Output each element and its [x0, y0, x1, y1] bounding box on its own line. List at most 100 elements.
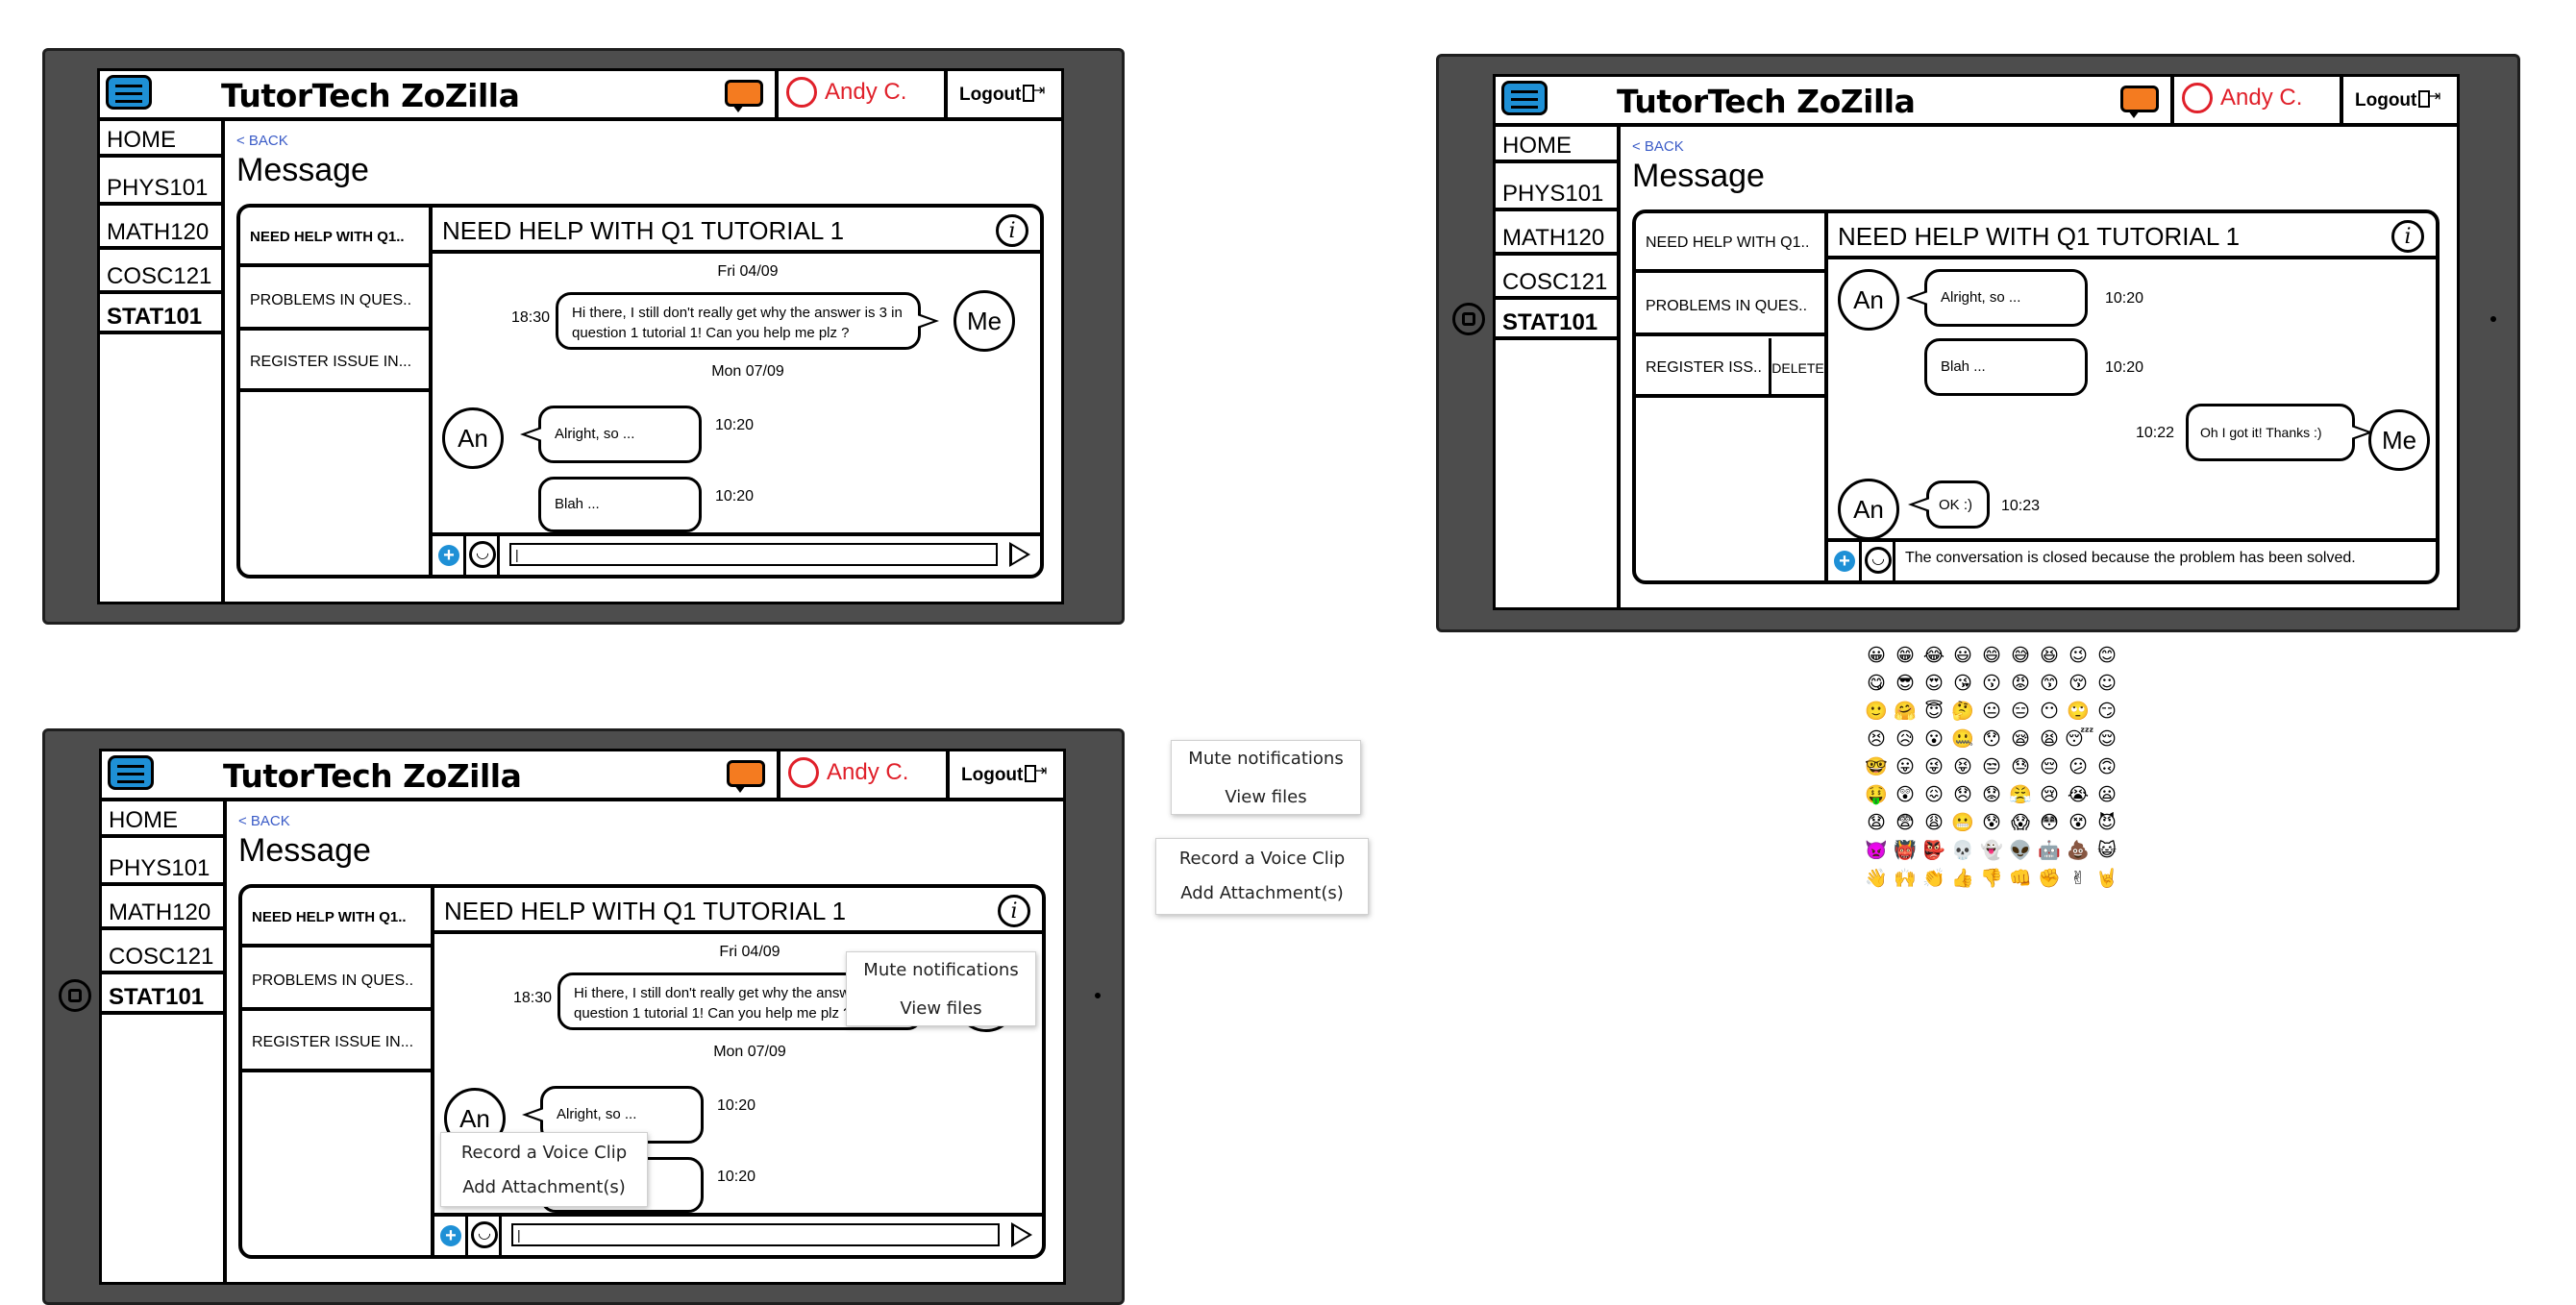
emoji-item[interactable]: 😪 [2007, 726, 2034, 753]
logout-button[interactable]: Logout [961, 765, 1023, 786]
chat-bubble-icon[interactable] [725, 80, 763, 112]
emoji-item[interactable]: 😆 [2036, 642, 2063, 670]
record-voice-clip-option[interactable]: Record a Voice Clip [441, 1143, 647, 1163]
emoji-item[interactable]: 😄 [1978, 642, 2005, 670]
emoji-item[interactable]: 👹 [1892, 837, 1919, 865]
emoji-item[interactable]: 😕 [2065, 753, 2092, 781]
emoji-item[interactable]: 🤐 [1949, 726, 1976, 753]
conversation-item[interactable]: REGISTER ISSUE IN... [240, 332, 429, 392]
emoji-item[interactable]: 😐 [1978, 698, 2005, 726]
emoji-item[interactable]: 😡 [2007, 670, 2034, 698]
back-link[interactable]: < BACK [238, 813, 290, 829]
conversation-item[interactable]: NEED HELP WITH Q1.. [1636, 213, 1824, 273]
sidebar-item-math120[interactable]: MATH120 [100, 213, 221, 250]
emoji-item[interactable]: 🙌 [1892, 865, 1919, 893]
emoji-item[interactable]: 🤔 [1949, 698, 1976, 726]
emoji-item[interactable]: 😎 [1892, 670, 1919, 698]
message-input[interactable]: | [511, 1223, 1000, 1246]
logout-icon[interactable] [2418, 86, 2440, 108]
info-icon[interactable]: i [996, 214, 1028, 247]
home-button-icon[interactable] [1452, 303, 1485, 335]
emoji-item[interactable]: 😃 [1949, 642, 1976, 670]
user-avatar-icon[interactable] [786, 77, 817, 108]
emoji-item[interactable]: 😱 [2007, 809, 2034, 837]
emoji-item[interactable]: 😴 [2065, 726, 2093, 753]
view-files-option[interactable]: View files [1172, 787, 1360, 807]
sidebar-item-home[interactable]: HOME [100, 121, 221, 158]
emoji-item[interactable]: 💀 [1949, 837, 1976, 865]
emoji-item[interactable]: 😓 [2007, 753, 2034, 781]
emoji-item[interactable]: 👿 [1863, 837, 1890, 865]
emoji-item[interactable]: 😣 [1863, 726, 1890, 753]
emoji-item[interactable]: 😑 [2007, 698, 2034, 726]
emoji-item[interactable]: 😵 [2065, 809, 2092, 837]
sidebar-item-cosc121[interactable]: COSC121 [1496, 263, 1617, 300]
add-attachment-icon[interactable]: + [1834, 551, 1855, 572]
conversation-item[interactable]: PROBLEMS IN QUES.. [242, 951, 431, 1011]
emoji-item[interactable]: 👽 [2007, 837, 2034, 865]
emoji-item[interactable]: ✊ [2036, 865, 2063, 893]
emoji-item[interactable]: 💩 [2065, 837, 2092, 865]
emoji-item[interactable]: 😲 [1892, 781, 1919, 809]
logout-button[interactable]: Logout [2355, 90, 2416, 111]
hamburger-menu-icon[interactable] [1501, 81, 1548, 115]
sidebar-item-phys101[interactable]: PHYS101 [102, 849, 223, 886]
view-files-option[interactable]: View files [847, 998, 1035, 1019]
emoji-item[interactable]: 🙃 [2093, 753, 2120, 781]
emoji-item[interactable]: 😏 [2093, 698, 2120, 726]
emoji-icon[interactable]: ◡ [465, 1217, 502, 1255]
emoji-item[interactable]: 😍 [1920, 670, 1947, 698]
delete-button[interactable]: DELETE [1769, 338, 1824, 394]
emoji-item[interactable]: 👋 [1863, 865, 1890, 893]
emoji-item[interactable]: 😰 [1978, 809, 2005, 837]
conversation-item[interactable]: NEED HELP WITH Q1.. [240, 208, 429, 267]
sidebar-item-phys101[interactable]: PHYS101 [100, 169, 221, 206]
emoji-item[interactable]: 😫 [2036, 726, 2063, 753]
emoji-item[interactable]: 👺 [1920, 837, 1947, 865]
emoji-item[interactable]: 😨 [1892, 809, 1919, 837]
user-name[interactable]: Andy C. [827, 759, 908, 786]
conversation-item[interactable]: REGISTER ISSUE IN... [242, 1013, 431, 1072]
logout-icon[interactable] [1023, 81, 1045, 102]
emoji-item[interactable]: 😙 [2036, 670, 2063, 698]
conversation-item[interactable]: REGISTER ISS.. DELETE [1636, 338, 1824, 398]
emoji-item[interactable]: 😈 [2093, 809, 2120, 837]
emoji-item[interactable]: 🤘 [2093, 865, 2120, 893]
emoji-item[interactable]: 😚 [2065, 670, 2092, 698]
add-attachment-icon[interactable]: + [438, 545, 459, 566]
emoji-item[interactable]: 😖 [1920, 781, 1947, 809]
emoji-item[interactable]: 😂 [1920, 642, 1947, 670]
hamburger-menu-icon[interactable] [108, 755, 154, 790]
emoji-item[interactable]: 😒 [1978, 753, 2005, 781]
chat-bubble-icon[interactable] [727, 760, 765, 793]
user-name[interactable]: Andy C. [2220, 85, 2302, 111]
conversation-item[interactable]: NEED HELP WITH Q1.. [242, 888, 431, 948]
emoji-item[interactable]: 😛 [1892, 753, 1919, 781]
sidebar-item-stat101[interactable]: STAT101 [100, 298, 221, 334]
mute-notifications-option[interactable]: Mute notifications [1172, 749, 1360, 769]
sidebar-item-home[interactable]: HOME [1496, 127, 1617, 163]
back-link[interactable]: < BACK [236, 133, 288, 149]
user-avatar-icon[interactable] [2182, 83, 2213, 113]
send-icon[interactable] [1011, 1222, 1032, 1247]
sidebar-item-phys101[interactable]: PHYS101 [1496, 175, 1617, 211]
sidebar-item-cosc121[interactable]: COSC121 [100, 258, 221, 294]
emoji-icon[interactable]: ◡ [1859, 542, 1895, 580]
emoji-item[interactable]: 😶 [2036, 698, 2063, 726]
message-input[interactable]: | [509, 543, 998, 566]
emoji-item[interactable]: 🤗 [1892, 698, 1919, 726]
back-link[interactable]: < BACK [1632, 138, 1684, 155]
emoji-item[interactable]: ✌ [2065, 865, 2092, 893]
mute-notifications-option[interactable]: Mute notifications [847, 960, 1035, 980]
emoji-item[interactable]: 😺 [2093, 837, 2120, 865]
emoji-item[interactable]: 😌 [2093, 726, 2120, 753]
emoji-item[interactable]: 😋 [1863, 670, 1890, 698]
emoji-item[interactable]: 🤖 [2036, 837, 2063, 865]
emoji-item[interactable]: 😧 [1863, 809, 1890, 837]
emoji-item[interactable]: 😘 [1949, 670, 1976, 698]
emoji-item[interactable]: 👻 [1978, 837, 2005, 865]
emoji-item[interactable]: 🙄 [2065, 698, 2092, 726]
emoji-icon[interactable]: ◡ [463, 536, 500, 575]
emoji-item[interactable]: 😮 [1920, 726, 1947, 753]
sidebar-item-cosc121[interactable]: COSC121 [102, 938, 223, 974]
